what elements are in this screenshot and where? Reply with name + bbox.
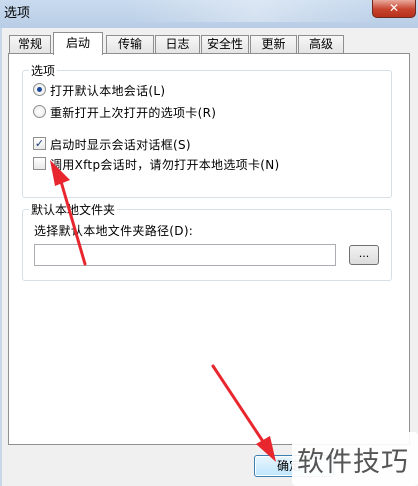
tab-advanced[interactable]: 高级 [298, 35, 344, 54]
title-bar-blur [130, 0, 380, 22]
reopen-last-tabs-radio[interactable] [33, 105, 46, 118]
tab-startup[interactable]: 启动 [53, 32, 103, 55]
open-default-session-label[interactable]: 打开默认本地会话(L) [50, 82, 165, 99]
open-default-session-radio[interactable] [33, 83, 46, 96]
title-bar: 选项 ✕ [0, 0, 418, 28]
watermark-text: 软件技巧 [297, 447, 409, 478]
tab-log[interactable]: 日志 [155, 35, 200, 54]
tab-update[interactable]: 更新 [250, 35, 297, 54]
folder-path-input[interactable] [34, 244, 336, 266]
window-title: 选项 [4, 6, 31, 21]
browse-button[interactable]: ... [349, 245, 379, 265]
no-local-tab-label[interactable]: 调用Xftp会话时，请勿打开本地选项卡(N) [50, 156, 280, 173]
close-button[interactable]: ✕ [372, 0, 416, 18]
tab-security[interactable]: 安全性 [201, 35, 249, 54]
tab-general[interactable]: 常规 [9, 35, 51, 54]
folder-path-label: 选择默认本地文件夹路径(D): [34, 224, 194, 238]
no-local-tab-checkbox[interactable] [33, 157, 46, 170]
default-folder-group-label: 默认本地文件夹 [29, 201, 118, 218]
options-group-label: 选项 [29, 62, 58, 79]
show-session-dialog-checkbox[interactable]: ✓ [33, 137, 46, 150]
reopen-last-tabs-label[interactable]: 重新打开上次打开的选项卡(R) [50, 104, 216, 121]
show-session-dialog-label[interactable]: 启动时显示会话对话框(S) [50, 136, 191, 153]
tab-transfer[interactable]: 传输 [106, 35, 154, 54]
